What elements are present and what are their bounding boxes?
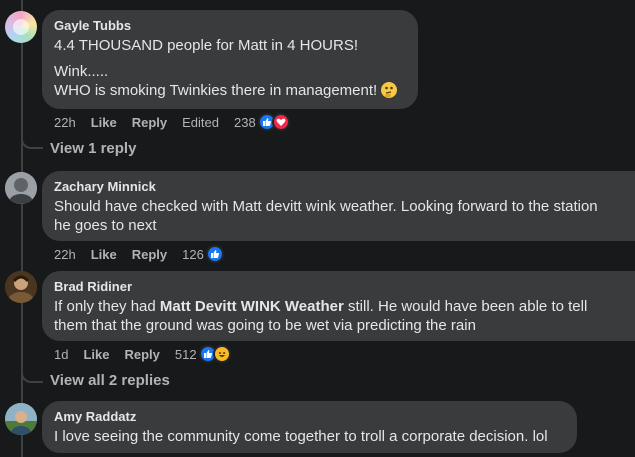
comment-timestamp[interactable]: 22h — [54, 247, 76, 262]
avatar-image — [5, 271, 37, 303]
avatar-image — [5, 403, 37, 435]
haha-reaction-icon — [212, 345, 231, 363]
thread-line — [21, 0, 23, 457]
comment-text: Should have checked with Matt devitt win… — [54, 197, 623, 235]
comment-actions: 22h Like Reply Edited 238 — [54, 112, 290, 132]
avatar[interactable] — [5, 11, 37, 43]
avatar[interactable] — [5, 271, 37, 303]
avatar-image — [5, 172, 37, 204]
comment-line: I love seeing the community come togethe… — [54, 428, 548, 445]
comment-text: 4.4 THOUSAND people for Matt in 4 HOURS!… — [54, 36, 406, 100]
reaction-count[interactable]: 512 — [175, 347, 197, 362]
avatar-image — [13, 19, 29, 35]
comment-author[interactable]: Zachary Minnick — [54, 179, 623, 195]
comment-bubble: Amy Raddatz I love seeing the community … — [42, 401, 577, 453]
comment-line: Should have checked with Matt devitt win… — [54, 198, 598, 215]
reaction-count[interactable]: 238 — [234, 115, 256, 130]
view-replies-link[interactable]: View 1 reply — [50, 140, 136, 157]
avatar[interactable] — [5, 403, 37, 435]
thinking-face-icon — [381, 82, 398, 98]
reply-button[interactable]: Reply — [132, 115, 167, 130]
comment-text-segment: If only they had — [54, 298, 160, 315]
comment-line-text: WHO is smoking Twinkies there in managem… — [54, 82, 378, 99]
comment-line: them that the ground was going to be wet… — [54, 317, 476, 334]
avatar[interactable] — [5, 172, 37, 204]
comment-timestamp[interactable]: 22h — [54, 115, 76, 130]
comment-author[interactable]: Brad Ridiner — [54, 279, 623, 295]
comment-bubble: Gayle Tubbs 4.4 THOUSAND people for Matt… — [42, 10, 418, 109]
comment-author[interactable]: Gayle Tubbs — [54, 18, 406, 34]
mention-link[interactable]: Matt Devitt WINK Weather — [160, 298, 344, 315]
reply-button[interactable]: Reply — [132, 247, 167, 262]
comment-line: WHO is smoking Twinkies there in managem… — [54, 81, 406, 100]
like-button[interactable]: Like — [91, 247, 117, 262]
like-reaction-icon — [205, 245, 224, 263]
comment-text-segment: still. He would have been able to tell — [343, 298, 588, 315]
reply-connector — [21, 130, 43, 149]
comment-text: If only they had Matt Devitt WINK Weathe… — [54, 297, 623, 335]
comment-text: I love seeing the community come togethe… — [54, 427, 565, 446]
comment-bubble: Brad Ridiner If only they had Matt Devit… — [42, 271, 635, 341]
comment-actions: 1d Like Reply 512 — [54, 344, 231, 364]
reply-connector — [21, 364, 43, 383]
reply-button[interactable]: Reply — [124, 347, 159, 362]
edited-label[interactable]: Edited — [182, 115, 219, 130]
reaction-count[interactable]: 126 — [182, 247, 204, 262]
comment-author[interactable]: Amy Raddatz — [54, 409, 565, 425]
comment-bubble: Zachary Minnick Should have checked with… — [42, 171, 635, 241]
view-replies-link[interactable]: View all 2 replies — [50, 372, 170, 389]
comment-line: If only they had Matt Devitt WINK Weathe… — [54, 297, 623, 316]
love-reaction-icon — [271, 113, 290, 131]
comment-line: Wink..... — [54, 63, 109, 80]
comment-line: 4.4 THOUSAND people for Matt in 4 HOURS! — [54, 37, 358, 54]
comment-line: he goes to next — [54, 217, 157, 234]
like-button[interactable]: Like — [83, 347, 109, 362]
comment-timestamp[interactable]: 1d — [54, 347, 68, 362]
comment-actions: 22h Like Reply 126 — [54, 244, 224, 264]
like-button[interactable]: Like — [91, 115, 117, 130]
